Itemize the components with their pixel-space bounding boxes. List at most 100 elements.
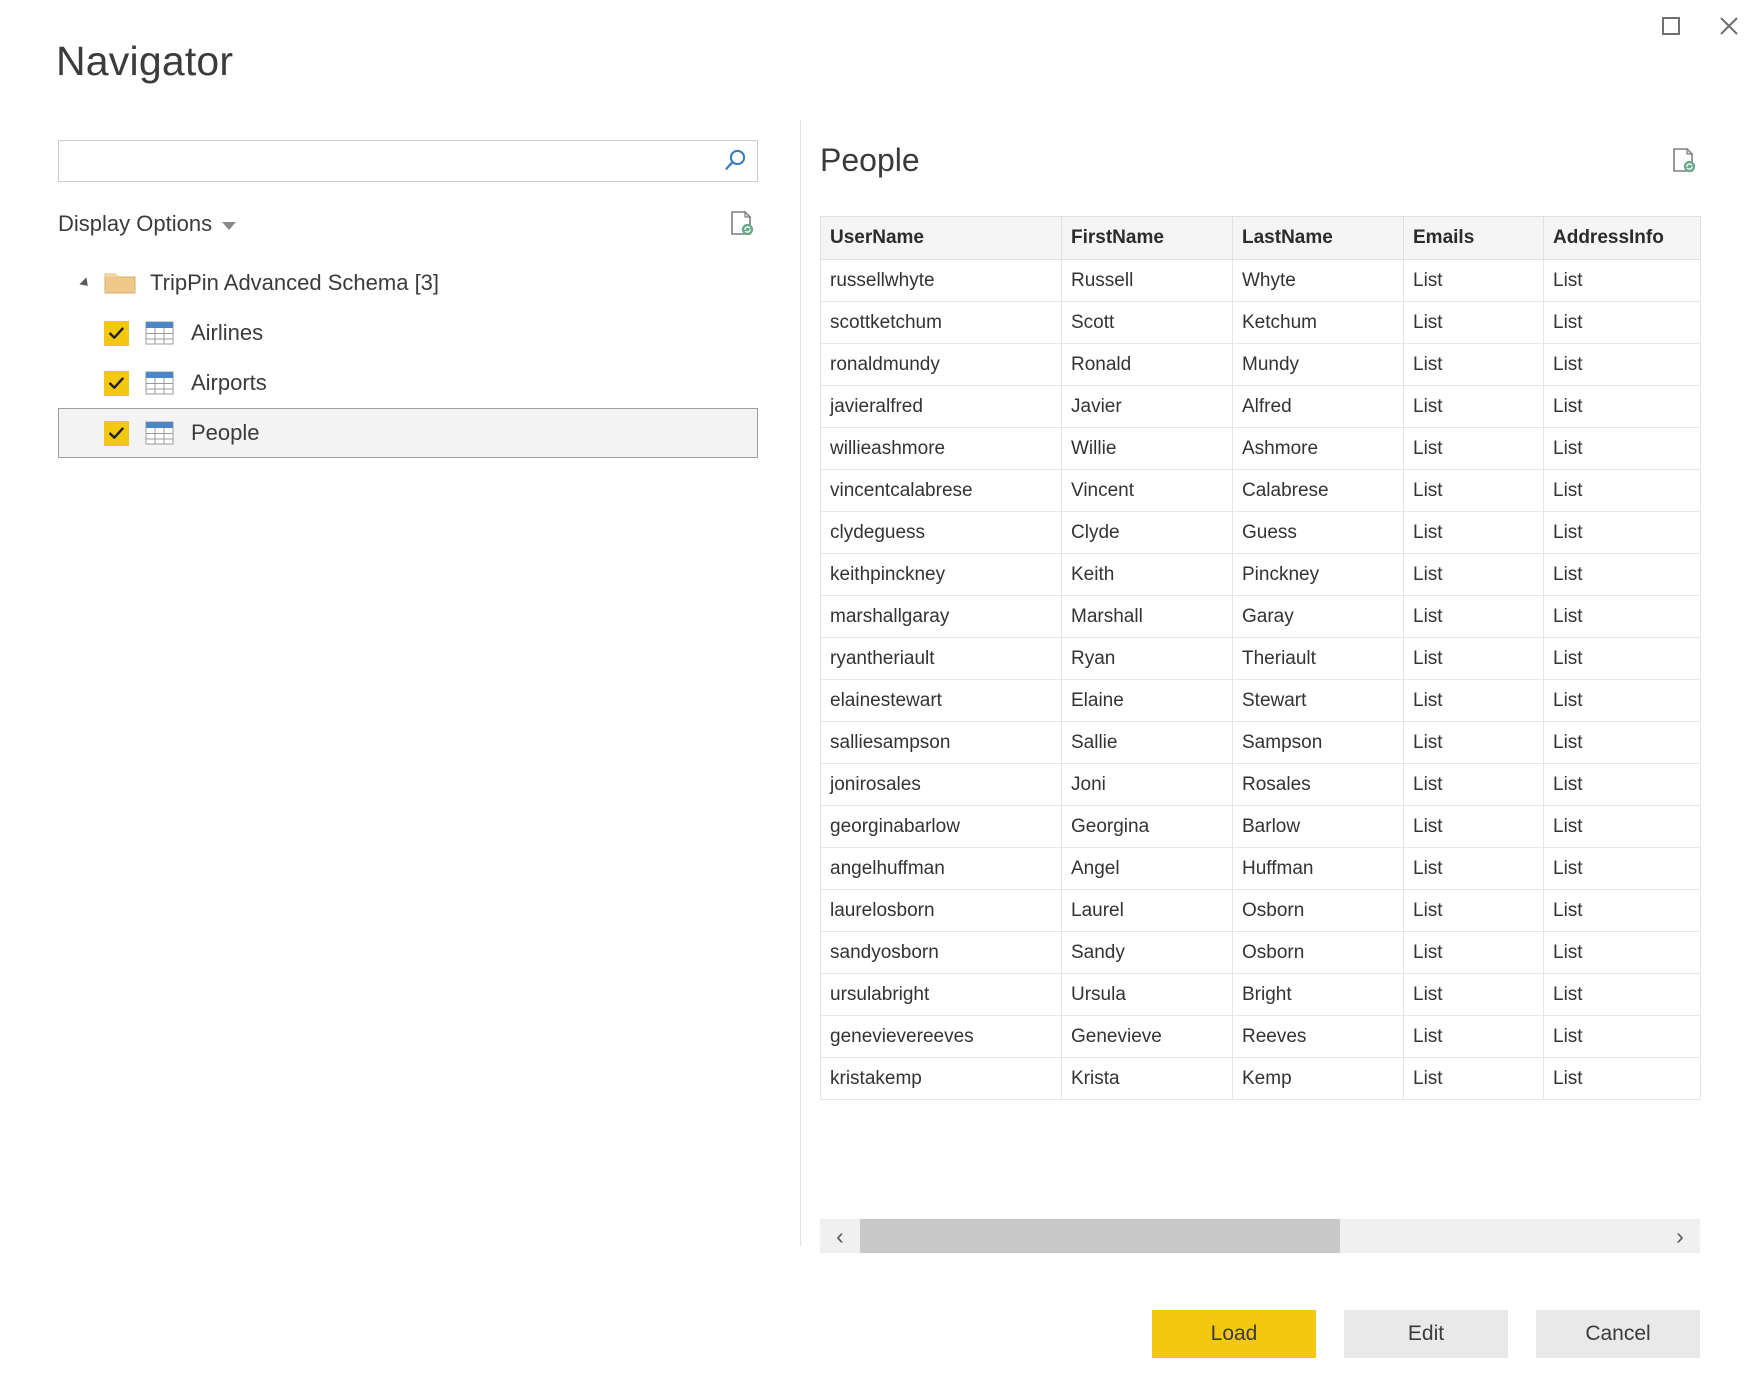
table-row[interactable]: georginabarlowGeorginaBarlowListList (821, 806, 1701, 848)
checkbox-people[interactable] (104, 421, 129, 446)
refresh-preview-icon[interactable] (1666, 144, 1700, 178)
table-body: russellwhyteRussellWhyteListList scottke… (821, 260, 1701, 1100)
cell-emails: List (1404, 890, 1544, 932)
sidebar-item-airports[interactable]: Airports (58, 358, 758, 408)
cell-addressinfo: List (1544, 806, 1701, 848)
search-input[interactable] (59, 142, 713, 180)
cell-firstname: Clyde (1062, 512, 1233, 554)
cell-addressinfo: List (1544, 680, 1701, 722)
search-icon[interactable] (713, 141, 757, 181)
cell-firstname: Sallie (1062, 722, 1233, 764)
table-row[interactable]: sandyosbornSandyOsbornListList (821, 932, 1701, 974)
cell-lastname: Osborn (1233, 932, 1404, 974)
cell-username: ronaldmundy (821, 344, 1062, 386)
column-header-addressinfo[interactable]: AddressInfo (1544, 217, 1701, 260)
refresh-preview-icon[interactable] (724, 207, 758, 241)
cancel-button[interactable]: Cancel (1536, 1310, 1700, 1358)
scrollbar-thumb[interactable] (860, 1219, 1340, 1253)
cell-username: russellwhyte (821, 260, 1062, 302)
scrollbar-track[interactable] (860, 1219, 1660, 1253)
table-row[interactable]: jonirosalesJoniRosalesListList (821, 764, 1701, 806)
cell-lastname: Kemp (1233, 1058, 1404, 1100)
close-button[interactable] (1700, 3, 1758, 49)
navigator-left-pane: Display Options (58, 140, 760, 458)
edit-button[interactable]: Edit (1344, 1310, 1508, 1358)
tree-node-root-label: TripPin Advanced Schema [3] (150, 270, 439, 296)
sidebar-item-label: People (191, 420, 260, 446)
table-row[interactable]: marshallgarayMarshallGarayListList (821, 596, 1701, 638)
display-options-label: Display Options (58, 211, 212, 237)
table-row[interactable]: clydeguessClydeGuessListList (821, 512, 1701, 554)
table-row[interactable]: willieashmoreWillieAshmoreListList (821, 428, 1701, 470)
maximize-button[interactable] (1642, 3, 1700, 49)
table-row[interactable]: elainestewartElaineStewartListList (821, 680, 1701, 722)
column-header-emails[interactable]: Emails (1404, 217, 1544, 260)
checkbox-airports[interactable] (104, 371, 129, 396)
scroll-left-arrow-icon[interactable]: ‹ (820, 1219, 860, 1253)
preview-header: People (820, 140, 1700, 192)
tree-node-root[interactable]: TripPin Advanced Schema [3] (58, 258, 758, 308)
cell-emails: List (1404, 638, 1544, 680)
chevron-down-icon (222, 222, 236, 230)
cell-emails: List (1404, 932, 1544, 974)
column-header-firstname[interactable]: FirstName (1062, 217, 1233, 260)
column-header-username[interactable]: UserName (821, 217, 1062, 260)
cell-firstname: Scott (1062, 302, 1233, 344)
triangle-expanded-icon[interactable] (72, 274, 98, 292)
table-row[interactable]: ursulabrightUrsulaBrightListList (821, 974, 1701, 1016)
maximize-icon (1660, 15, 1682, 37)
cell-lastname: Huffman (1233, 848, 1404, 890)
preview-horizontal-scrollbar[interactable]: ‹ › (820, 1219, 1700, 1253)
cell-addressinfo: List (1544, 638, 1701, 680)
cell-lastname: Rosales (1233, 764, 1404, 806)
table-row[interactable]: scottketchumScottKetchumListList (821, 302, 1701, 344)
load-button[interactable]: Load (1152, 1310, 1316, 1358)
table-row[interactable]: kristakempKristaKempListList (821, 1058, 1701, 1100)
table-row[interactable]: keithpinckneyKeithPinckneyListList (821, 554, 1701, 596)
cell-username: vincentcalabrese (821, 470, 1062, 512)
table-row[interactable]: javieralfredJavierAlfredListList (821, 386, 1701, 428)
table-row[interactable]: vincentcalabreseVincentCalabreseListList (821, 470, 1701, 512)
table-icon (145, 420, 174, 446)
table-row[interactable]: ryantheriaultRyanTheriaultListList (821, 638, 1701, 680)
table-row[interactable]: laurelosbornLaurelOsbornListList (821, 890, 1701, 932)
cell-emails: List (1404, 1058, 1544, 1100)
cell-firstname: Willie (1062, 428, 1233, 470)
cell-addressinfo: List (1544, 890, 1701, 932)
cell-username: willieashmore (821, 428, 1062, 470)
cell-lastname: Guess (1233, 512, 1404, 554)
cell-addressinfo: List (1544, 1058, 1701, 1100)
cell-firstname: Javier (1062, 386, 1233, 428)
table-row[interactable]: genevievereevesGenevieveReevesListList (821, 1016, 1701, 1058)
table-row[interactable]: angelhuffmanAngelHuffmanListList (821, 848, 1701, 890)
scroll-right-arrow-icon[interactable]: › (1660, 1219, 1700, 1253)
close-icon (1717, 14, 1741, 38)
cell-lastname: Calabrese (1233, 470, 1404, 512)
table-row[interactable]: russellwhyteRussellWhyteListList (821, 260, 1701, 302)
column-header-lastname[interactable]: LastName (1233, 217, 1404, 260)
cell-firstname: Ryan (1062, 638, 1233, 680)
cell-lastname: Ashmore (1233, 428, 1404, 470)
cell-firstname: Russell (1062, 260, 1233, 302)
checkbox-airlines[interactable] (104, 321, 129, 346)
cell-firstname: Krista (1062, 1058, 1233, 1100)
table-row[interactable]: ronaldmundyRonaldMundyListList (821, 344, 1701, 386)
sidebar-item-people[interactable]: People (58, 408, 758, 458)
folder-icon (104, 270, 136, 296)
table-row[interactable]: salliesampsonSallieSampsonListList (821, 722, 1701, 764)
cell-username: genevievereeves (821, 1016, 1062, 1058)
table-icon (145, 370, 174, 396)
cell-firstname: Ursula (1062, 974, 1233, 1016)
cell-firstname: Keith (1062, 554, 1233, 596)
display-options-row: Display Options (58, 204, 758, 244)
sidebar-item-airlines[interactable]: Airlines (58, 308, 758, 358)
cell-emails: List (1404, 470, 1544, 512)
cell-emails: List (1404, 512, 1544, 554)
cell-emails: List (1404, 386, 1544, 428)
cell-addressinfo: List (1544, 722, 1701, 764)
display-options-dropdown[interactable]: Display Options (58, 211, 236, 237)
cell-emails: List (1404, 848, 1544, 890)
search-box[interactable] (58, 140, 758, 182)
cell-addressinfo: List (1544, 596, 1701, 638)
cell-addressinfo: List (1544, 764, 1701, 806)
